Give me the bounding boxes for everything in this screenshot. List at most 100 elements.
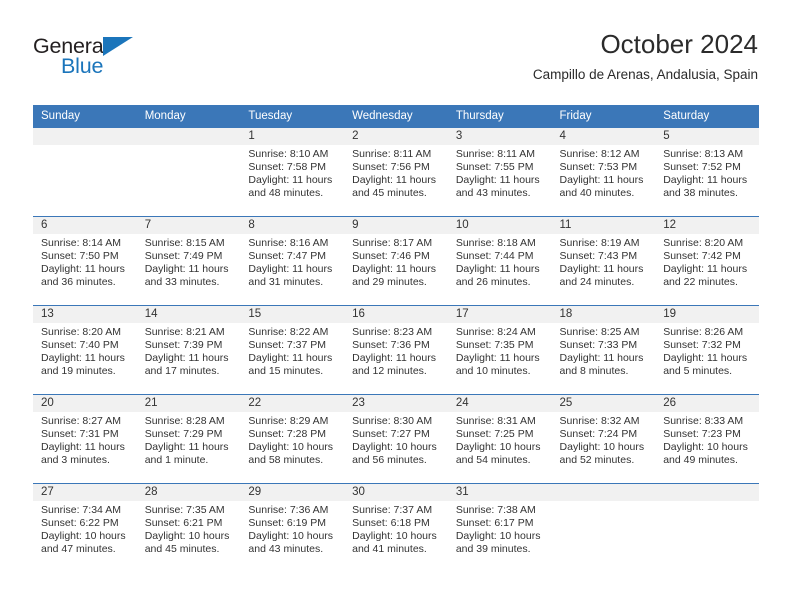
sunrise-time: Sunrise: 8:12 AM	[559, 148, 640, 160]
calendar-day-cell-empty	[655, 483, 759, 573]
daylight-duration-line1: Daylight: 11 hours	[455, 173, 540, 186]
daylight-duration-line2: and 47 minutes.	[41, 542, 116, 555]
sunrise-time: Sunrise: 8:31 AM	[455, 415, 536, 427]
day-details: Sunrise: 8:17 AM Sunset: 7:46 PM Daylight:…	[344, 234, 448, 289]
calendar-day-cell[interactable]: 21 Sunrise: 8:28 AM Sunset: 7:29 PM Dayligh…	[136, 394, 241, 484]
sunset-time: Sunset: 7:52 PM	[663, 160, 741, 173]
calendar-day-cell[interactable]: 18 Sunrise: 8:25 AM Sunset: 7:33 PM Dayligh…	[551, 305, 656, 395]
calendar-day-cell[interactable]: 11 Sunrise: 8:19 AM Sunset: 7:43 PM Dayligh…	[551, 216, 656, 306]
title-block: October 2024 Campillo de Arenas, Andalus…	[533, 28, 758, 85]
calendar-day-cell[interactable]: 15 Sunrise: 8:22 AM Sunset: 7:37 PM Dayligh…	[240, 305, 345, 395]
calendar-week-row: 6 Sunrise: 8:14 AM Sunset: 7:50 PM Daylight…	[33, 216, 759, 306]
calendar-day-cell[interactable]: 3 Sunrise: 8:11 AM Sunset: 7:55 PM Daylight…	[447, 127, 552, 217]
calendar-day-cell[interactable]: 8 Sunrise: 8:16 AM Sunset: 7:47 PM Daylight…	[240, 216, 345, 306]
daylight-duration-line2: and 1 minute.	[144, 453, 209, 466]
day-details: Sunrise: 8:20 AM Sunset: 7:42 PM Daylight:…	[655, 234, 759, 289]
day-number: 28	[136, 484, 241, 501]
calendar-day-cell[interactable]: 7 Sunrise: 8:15 AM Sunset: 7:49 PM Daylight…	[136, 216, 241, 306]
calendar-day-cell-empty	[33, 127, 137, 217]
day-number	[551, 484, 656, 501]
calendar-day-cell[interactable]: 25 Sunrise: 8:32 AM Sunset: 7:24 PM Dayligh…	[551, 394, 656, 484]
calendar-day-cell[interactable]: 12 Sunrise: 8:20 AM Sunset: 7:42 PM Dayligh…	[655, 216, 759, 306]
day-number: 22	[240, 395, 345, 412]
sunrise-time: Sunrise: 8:28 AM	[144, 415, 225, 427]
daylight-duration-line2: and 45 minutes.	[144, 542, 220, 555]
calendar-day-cell[interactable]: 22 Sunrise: 8:29 AM Sunset: 7:28 PM Dayligh…	[240, 394, 345, 484]
calendar-day-cell[interactable]: 14 Sunrise: 8:21 AM Sunset: 7:39 PM Dayligh…	[136, 305, 241, 395]
page-title: October 2024	[600, 29, 758, 59]
calendar-day-cell[interactable]: 9 Sunrise: 8:17 AM Sunset: 7:46 PM Daylight…	[344, 216, 448, 306]
calendar-day-cell[interactable]: 16 Sunrise: 8:23 AM Sunset: 7:36 PM Dayligh…	[344, 305, 448, 395]
sunrise-time: Sunrise: 8:25 AM	[559, 326, 640, 338]
day-number: 14	[136, 306, 241, 323]
calendar-day-cell[interactable]: 2 Sunrise: 8:11 AM Sunset: 7:56 PM Daylight…	[344, 127, 448, 217]
calendar-day-cell[interactable]: 19 Sunrise: 8:26 AM Sunset: 7:32 PM Dayligh…	[655, 305, 759, 395]
calendar-day-cell[interactable]: 4 Sunrise: 8:12 AM Sunset: 7:53 PM Daylight…	[551, 127, 656, 217]
sunset-time: Sunset: 7:39 PM	[144, 338, 223, 351]
sunrise-time: Sunrise: 8:22 AM	[248, 326, 329, 338]
calendar-day-cell[interactable]: 1 Sunrise: 8:10 AM Sunset: 7:58 PM Daylight…	[240, 127, 345, 217]
daylight-duration-line1: Daylight: 10 hours	[248, 440, 334, 453]
daylight-duration-line1: Daylight: 11 hours	[352, 262, 436, 275]
daylight-duration-line1: Daylight: 11 hours	[663, 351, 748, 364]
weekday-header-friday: Friday	[551, 105, 656, 128]
sunset-time: Sunset: 7:24 PM	[559, 427, 638, 440]
day-details: Sunrise: 8:32 AM Sunset: 7:24 PM Daylight:…	[552, 412, 656, 467]
sunset-time: Sunset: 7:44 PM	[455, 249, 534, 262]
daylight-duration-line1: Daylight: 11 hours	[144, 351, 229, 364]
sunrise-time: Sunrise: 8:13 AM	[663, 148, 744, 160]
calendar-day-cell[interactable]: 24 Sunrise: 8:31 AM Sunset: 7:25 PM Dayligh…	[447, 394, 552, 484]
day-number: 9	[344, 217, 448, 234]
sunrise-time: Sunrise: 8:29 AM	[248, 415, 329, 427]
sunrise-time: Sunrise: 8:19 AM	[559, 237, 640, 249]
daylight-duration-line2: and 56 minutes.	[352, 453, 427, 466]
daylight-duration-line2: and 5 minutes.	[663, 364, 733, 377]
calendar-day-cell[interactable]: 26 Sunrise: 8:33 AM Sunset: 7:23 PM Dayligh…	[655, 394, 759, 484]
calendar-day-cell-empty	[136, 127, 241, 217]
day-number: 23	[344, 395, 448, 412]
weekday-header-saturday: Saturday	[655, 105, 759, 128]
daylight-duration-line1: Daylight: 11 hours	[663, 173, 748, 186]
day-number: 19	[655, 306, 759, 323]
calendar-day-cell[interactable]: 10 Sunrise: 8:18 AM Sunset: 7:44 PM Dayligh…	[447, 216, 552, 306]
calendar-day-cell[interactable]: 17 Sunrise: 8:24 AM Sunset: 7:35 PM Dayligh…	[447, 305, 552, 395]
day-number: 26	[655, 395, 759, 412]
sunset-time: Sunset: 6:18 PM	[352, 516, 430, 529]
calendar-day-cell[interactable]: 6 Sunrise: 8:14 AM Sunset: 7:50 PM Daylight…	[33, 216, 137, 306]
logo[interactable]: General Blue	[33, 34, 203, 90]
daylight-duration-line2: and 24 minutes.	[559, 275, 635, 288]
calendar-day-cell[interactable]: 29 Sunrise: 7:36 AM Sunset: 6:19 PM Dayligh…	[240, 483, 345, 573]
sunset-time: Sunset: 7:55 PM	[455, 160, 534, 173]
daylight-duration-line1: Daylight: 11 hours	[352, 173, 436, 186]
calendar-day-cell[interactable]: 31 Sunrise: 7:38 AM Sunset: 6:17 PM Dayligh…	[447, 483, 552, 573]
sunset-time: Sunset: 7:23 PM	[663, 427, 741, 440]
sunrise-time: Sunrise: 8:18 AM	[455, 237, 536, 249]
sunrise-time: Sunrise: 8:14 AM	[41, 237, 121, 249]
day-number: 5	[655, 128, 759, 145]
calendar-day-cell[interactable]: 13 Sunrise: 8:20 AM Sunset: 7:40 PM Dayligh…	[33, 305, 137, 395]
calendar-day-cell[interactable]: 20 Sunrise: 8:27 AM Sunset: 7:31 PM Dayligh…	[33, 394, 137, 484]
day-details: Sunrise: 8:33 AM Sunset: 7:23 PM Daylight:…	[655, 412, 759, 467]
day-details: Sunrise: 8:13 AM Sunset: 7:52 PM Daylight:…	[655, 145, 759, 200]
day-details: Sunrise: 7:34 AM Sunset: 6:22 PM Daylight:…	[33, 501, 137, 556]
weekday-header-thursday: Thursday	[447, 105, 552, 128]
day-number	[136, 128, 241, 145]
daylight-duration-line2: and 38 minutes.	[663, 186, 738, 199]
sunset-time: Sunset: 7:56 PM	[352, 160, 430, 173]
calendar-day-cell[interactable]: 27 Sunrise: 7:34 AM Sunset: 6:22 PM Dayligh…	[33, 483, 137, 573]
daylight-duration-line1: Daylight: 11 hours	[144, 262, 229, 275]
calendar-day-cell[interactable]: 30 Sunrise: 7:37 AM Sunset: 6:18 PM Dayligh…	[344, 483, 448, 573]
sunset-time: Sunset: 7:28 PM	[248, 427, 327, 440]
calendar-day-cell[interactable]: 23 Sunrise: 8:30 AM Sunset: 7:27 PM Dayligh…	[344, 394, 448, 484]
daylight-duration-line1: Daylight: 10 hours	[455, 440, 541, 453]
day-number: 21	[136, 395, 241, 412]
daylight-duration-line1: Daylight: 11 hours	[248, 262, 333, 275]
calendar-week-row: 20 Sunrise: 8:27 AM Sunset: 7:31 PM Dayligh…	[33, 394, 759, 484]
calendar-day-cell[interactable]: 5 Sunrise: 8:13 AM Sunset: 7:52 PM Daylight…	[655, 127, 759, 217]
sunrise-time: Sunrise: 8:24 AM	[455, 326, 536, 338]
sunset-time: Sunset: 7:40 PM	[41, 338, 119, 351]
day-details: Sunrise: 8:19 AM Sunset: 7:43 PM Daylight:…	[552, 234, 656, 289]
calendar-day-cell[interactable]: 28 Sunrise: 7:35 AM Sunset: 6:21 PM Dayligh…	[136, 483, 241, 573]
sunset-time: Sunset: 7:53 PM	[559, 160, 638, 173]
sunrise-time: Sunrise: 8:23 AM	[352, 326, 433, 338]
